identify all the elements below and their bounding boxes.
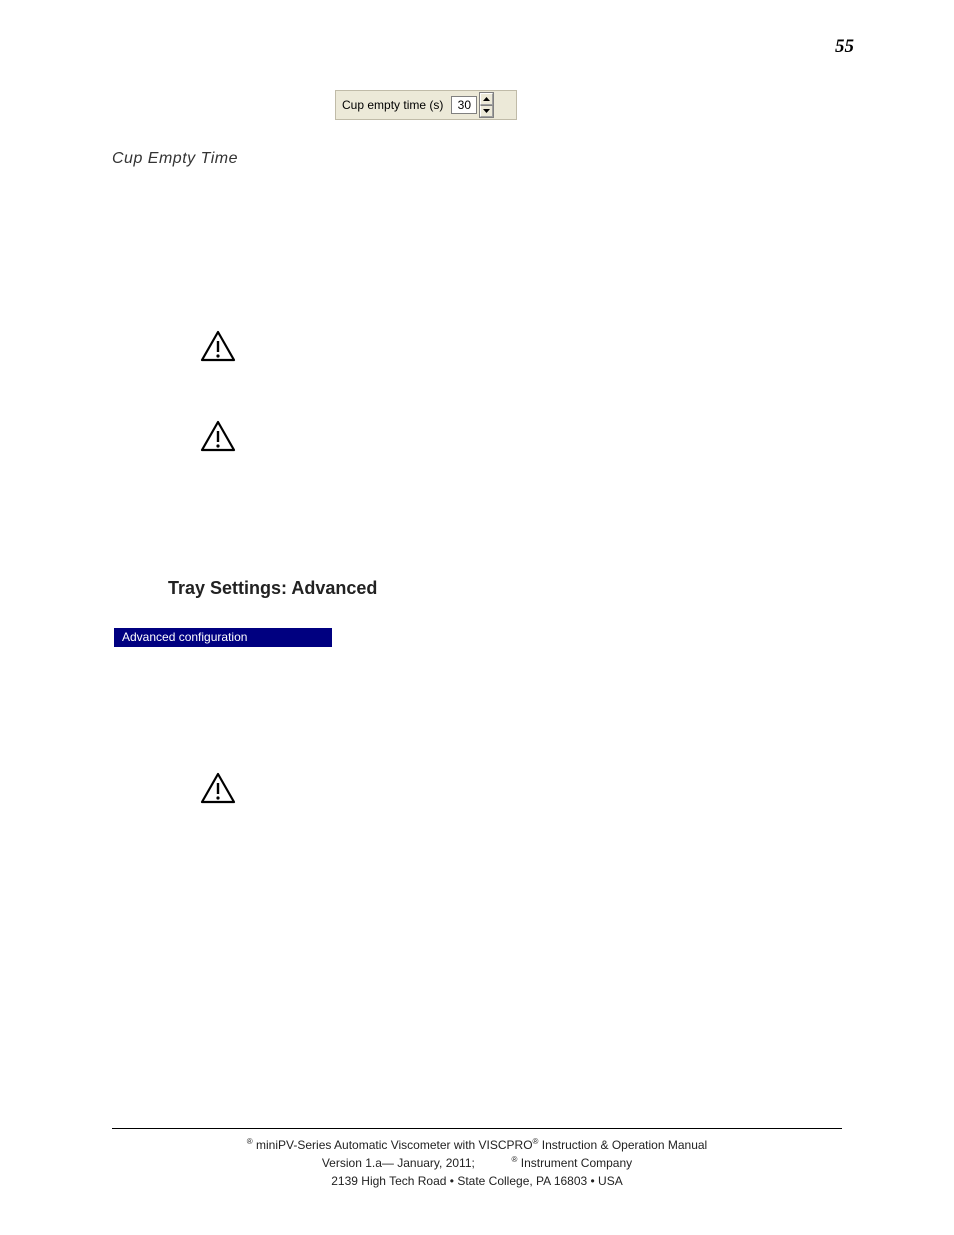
footer-text: miniPV-Series Automatic Viscometer with … [253,1138,533,1152]
spinner-up-button[interactable] [480,93,493,105]
figure-caption: Cup Empty Time [112,150,238,168]
footer-text: Version 1.a— January, 2011; [322,1156,475,1170]
page-number: 55 [835,36,854,58]
cup-empty-time-label: Cup empty time (s) [342,98,443,112]
cup-empty-time-input[interactable]: 30 [451,96,477,114]
footer-line-1: ® miniPV-Series Automatic Viscometer wit… [0,1136,954,1154]
spinner-down-button[interactable] [480,105,493,117]
footer-line-2: Version 1.a— January, 2011; ® Instrument… [0,1154,954,1172]
footer-text: Instrument Company [517,1156,632,1170]
footer-line-3: 2139 High Tech Road • State College, PA … [0,1172,954,1190]
page-footer: ® miniPV-Series Automatic Viscometer wit… [0,1136,954,1190]
chevron-up-icon [483,97,490,101]
warning-icon [200,330,236,362]
warning-icon [200,772,236,804]
cup-empty-time-spinner [479,92,494,118]
footer-text: Instruction & Operation Manual [538,1138,707,1152]
cup-empty-time-field: Cup empty time (s) 30 [335,90,517,120]
warning-icon [200,420,236,452]
section-heading: Tray Settings: Advanced [168,578,377,599]
advanced-configuration-titlebar: Advanced configuration [114,628,332,647]
footer-divider [112,1128,842,1129]
chevron-down-icon [483,109,490,113]
